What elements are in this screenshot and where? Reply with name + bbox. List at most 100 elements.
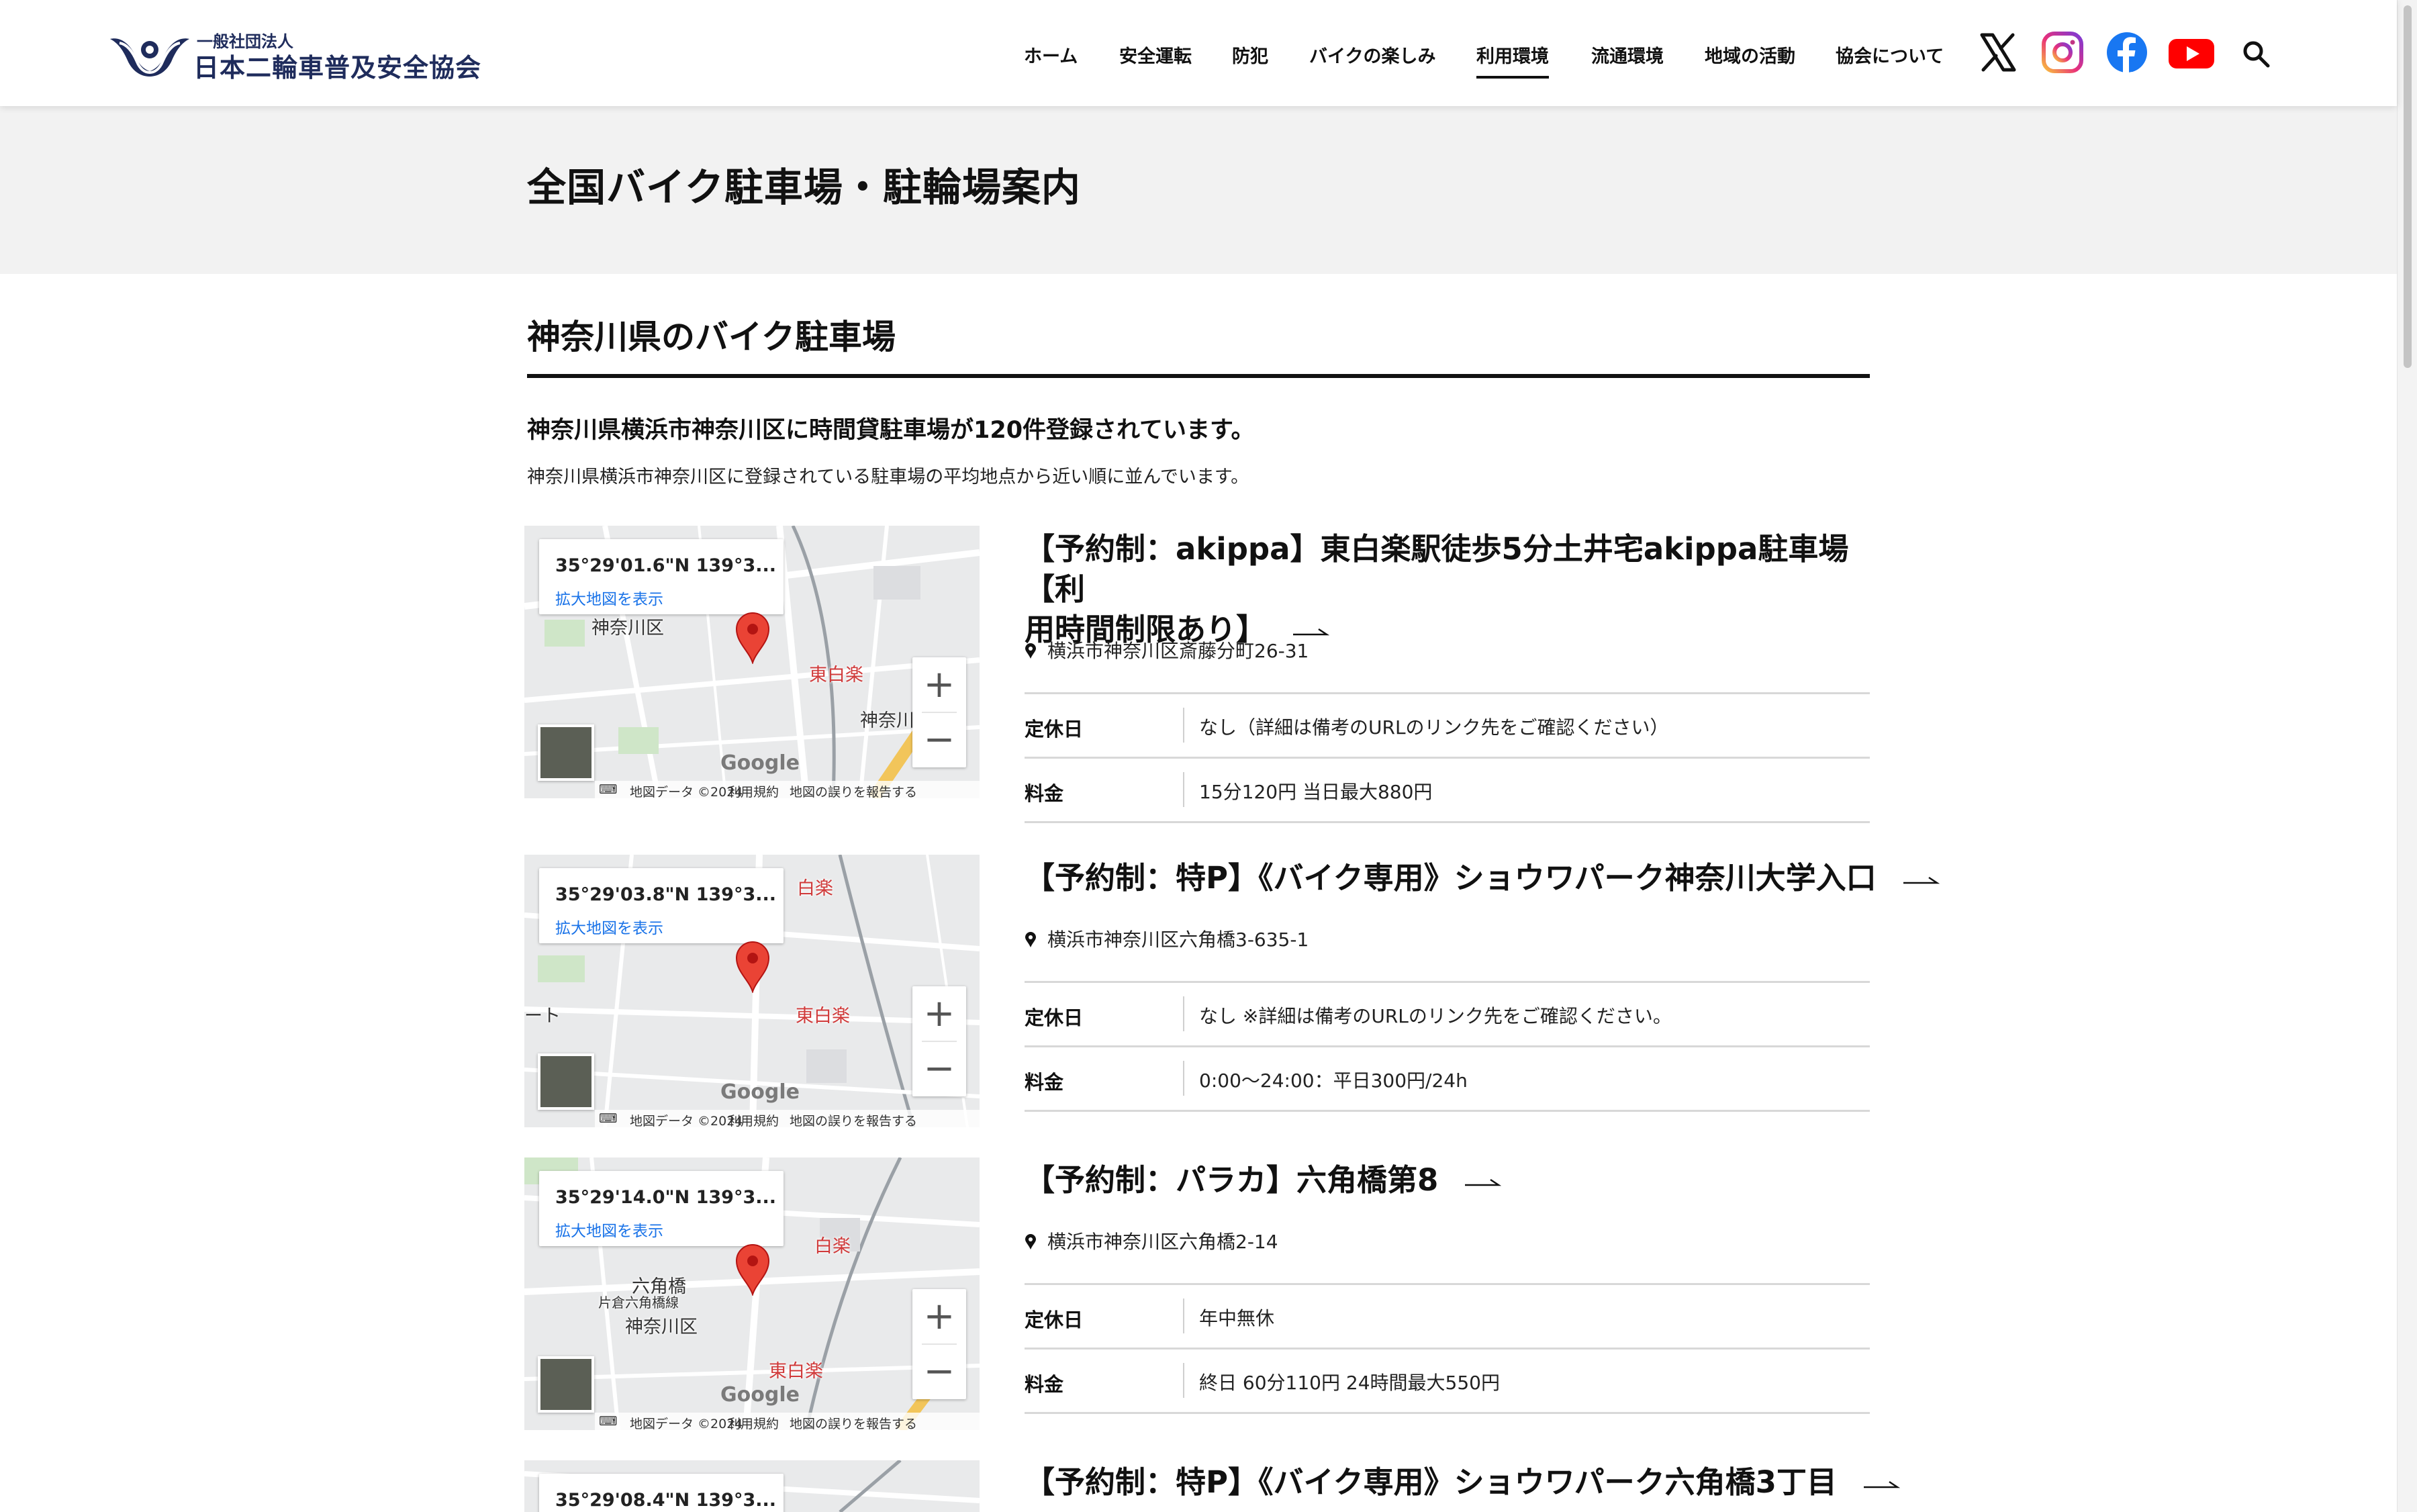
x-icon[interactable] [1977, 31, 2020, 74]
map-data-credit: 地図データ ©2024 [630, 785, 743, 798]
association-logo-icon [110, 38, 189, 77]
nav-crime-prevention[interactable]: 防犯 [1232, 42, 1268, 68]
fee-label: 料金 [1025, 1373, 1064, 1396]
map-label: 神奈川区 [591, 618, 664, 639]
page-scrollbar[interactable] [2397, 0, 2417, 1512]
map-info-card: 35°29'01.6"N 139°3... 拡大地図を表示 [539, 539, 784, 614]
scrollbar-thumb[interactable] [2404, 5, 2412, 368]
info-separator [1183, 1298, 1184, 1333]
arrow-right-icon [1864, 1480, 1900, 1489]
map-terms-link[interactable]: 利用規約 [728, 782, 779, 798]
listing-title-link[interactable]: 【予約制：特P】《バイク専用》ショウワパーク六角橋3丁目 [1025, 1462, 1900, 1503]
map-data-credit: 地図データ ©2024 [630, 1417, 743, 1430]
map-pin-icon[interactable] [734, 610, 771, 664]
youtube-icon[interactable] [2167, 31, 2216, 74]
map-pin-icon[interactable] [734, 939, 771, 993]
info-separator [1183, 772, 1184, 807]
info-divider [1025, 1045, 1870, 1047]
fee-value: 15分120円 当日最大880円 [1199, 781, 1433, 803]
fee-label: 料金 [1025, 782, 1064, 805]
info-divider [1025, 1283, 1870, 1285]
map-report-link[interactable]: 地図の誤りを報告する [790, 782, 917, 798]
map-embed[interactable]: 神奈川区 東白楽 神奈川 35°29'01.6"N 139°3... 拡大地図を… [524, 526, 980, 798]
info-divider [1025, 1412, 1870, 1414]
holiday-label: 定休日 [1025, 1006, 1084, 1029]
arrow-right-icon [1903, 876, 1940, 884]
enlarge-map-link[interactable]: 拡大地図を表示 [555, 915, 663, 938]
nav-usage-environment[interactable]: 利用環境 [1476, 42, 1549, 79]
listing-title-link[interactable]: 【予約制：akippa】東白楽駅徒歩5分土井宅akippa駐車場【利 用時間制限… [1025, 529, 1870, 650]
sort-description: 神奈川県横浜市神奈川区に登録されている駐車場の平均地点から近い順に並んでいます。 [527, 467, 1249, 487]
zoom-out-button[interactable]: − [912, 712, 966, 767]
satellite-toggle[interactable] [538, 724, 594, 781]
map-label: 神奈川区 [625, 1317, 698, 1337]
map-embed[interactable]: 白楽 六角橋 片倉六角橋線 神奈川区 東白楽 35°29'14.0"N 139°… [524, 1157, 980, 1430]
enlarge-map-link[interactable]: 拡大地図を表示 [555, 1218, 663, 1241]
map-label: 神奈川 [860, 710, 914, 731]
zoom-in-button[interactable]: + [912, 986, 966, 1041]
map-station-label: 東白楽 [809, 665, 863, 686]
fee-label: 料金 [1025, 1071, 1064, 1094]
map-data-credit: 地図データ ©2024 [630, 1114, 743, 1127]
info-divider [1025, 1110, 1870, 1112]
map-station-label: 東白楽 [769, 1361, 823, 1382]
listing-address: 横浜市神奈川区斎藤分町26-31 [1025, 636, 1309, 663]
listing-title-link[interactable]: 【予約制：特P】《バイク専用》ショウワパーク神奈川大学入口 [1025, 858, 1940, 898]
location-pin-icon [1025, 932, 1036, 947]
google-logo: Google [720, 1080, 800, 1104]
map-label: 片倉六角橋線 [598, 1294, 679, 1311]
keyboard-icon[interactable]: ⌨ [599, 1111, 617, 1126]
map-station-label: 白楽 [814, 1236, 851, 1257]
facebook-icon[interactable] [2105, 31, 2148, 74]
address-text: 横浜市神奈川区六角橋3-635-1 [1047, 929, 1309, 951]
map-embed[interactable]: 35°29'08.4"N 139°3... [524, 1460, 980, 1512]
page-title: 全国バイク駐車場・駐輪場案内 [527, 164, 1081, 210]
info-divider [1025, 1348, 1870, 1350]
zoom-in-button[interactable]: + [912, 657, 966, 712]
holiday-value: なし（詳細は備考のURLのリンク先をご確認ください） [1199, 716, 1669, 739]
address-text: 横浜市神奈川区斎藤分町26-31 [1047, 640, 1309, 662]
fee-value: 0:00〜24:00：平日300円/24h [1199, 1070, 1468, 1092]
google-logo: Google [720, 751, 800, 775]
satellite-toggle[interactable] [538, 1356, 594, 1413]
instagram-icon[interactable] [2041, 31, 2084, 74]
info-separator [1183, 708, 1184, 743]
info-divider [1025, 757, 1870, 759]
map-report-link[interactable]: 地図の誤りを報告する [790, 1111, 917, 1127]
listing-title-link[interactable]: 【予約制：パラカ】六角橋第8 [1025, 1160, 1502, 1200]
map-embed[interactable]: 白楽 東白楽 ート 35°29'03.8"N 139°3... 拡大地図を表示 … [524, 855, 980, 1127]
nav-about-association[interactable]: 協会について [1836, 42, 1944, 68]
map-station-label: 東白楽 [796, 1006, 850, 1027]
map-pin-icon[interactable] [734, 1242, 771, 1296]
keyboard-icon[interactable]: ⌨ [599, 1414, 617, 1429]
zoom-in-button[interactable]: + [912, 1289, 966, 1344]
enlarge-map-link[interactable]: 拡大地図を表示 [555, 586, 663, 609]
map-terms-link[interactable]: 利用規約 [728, 1414, 779, 1430]
section-divider [527, 374, 1870, 378]
info-separator [1183, 1061, 1184, 1096]
map-terms-link[interactable]: 利用規約 [728, 1111, 779, 1127]
site-logo[interactable]: 一般社団法人 日本二輪車普及安全協会 [107, 27, 483, 83]
nav-home[interactable]: ホーム [1024, 42, 1078, 68]
keyboard-icon[interactable]: ⌨ [599, 782, 617, 797]
map-report-link[interactable]: 地図の誤りを報告する [790, 1414, 917, 1430]
map-zoom-control: + − [912, 986, 966, 1096]
map-station-label: 白楽 [797, 878, 833, 899]
map-coordinates: 35°29'14.0"N 139°3... [555, 1187, 777, 1208]
section-title: 神奈川県のバイク駐車場 [527, 318, 896, 357]
info-separator [1183, 1363, 1184, 1398]
address-text: 横浜市神奈川区六角橋2-14 [1047, 1231, 1278, 1253]
nav-regional-activities[interactable]: 地域の活動 [1705, 42, 1795, 68]
nav-distribution-environment[interactable]: 流通環境 [1591, 42, 1664, 68]
search-icon[interactable] [2241, 39, 2271, 68]
zoom-out-button[interactable]: − [912, 1344, 966, 1399]
info-divider [1025, 692, 1870, 694]
map-info-card: 35°29'08.4"N 139°3... [539, 1474, 784, 1512]
nav-bike-enjoyment[interactable]: バイクの楽しみ [1309, 42, 1435, 68]
fee-value: 終日 60分110円 24時間最大550円 [1199, 1372, 1500, 1394]
map-coordinates: 35°29'08.4"N 139°3... [555, 1490, 777, 1511]
holiday-value: なし ※詳細は備考のURLのリンク先をご確認ください。 [1199, 1005, 1672, 1027]
nav-safe-driving[interactable]: 安全運転 [1119, 42, 1192, 68]
satellite-toggle[interactable] [538, 1053, 594, 1110]
zoom-out-button[interactable]: − [912, 1041, 966, 1096]
